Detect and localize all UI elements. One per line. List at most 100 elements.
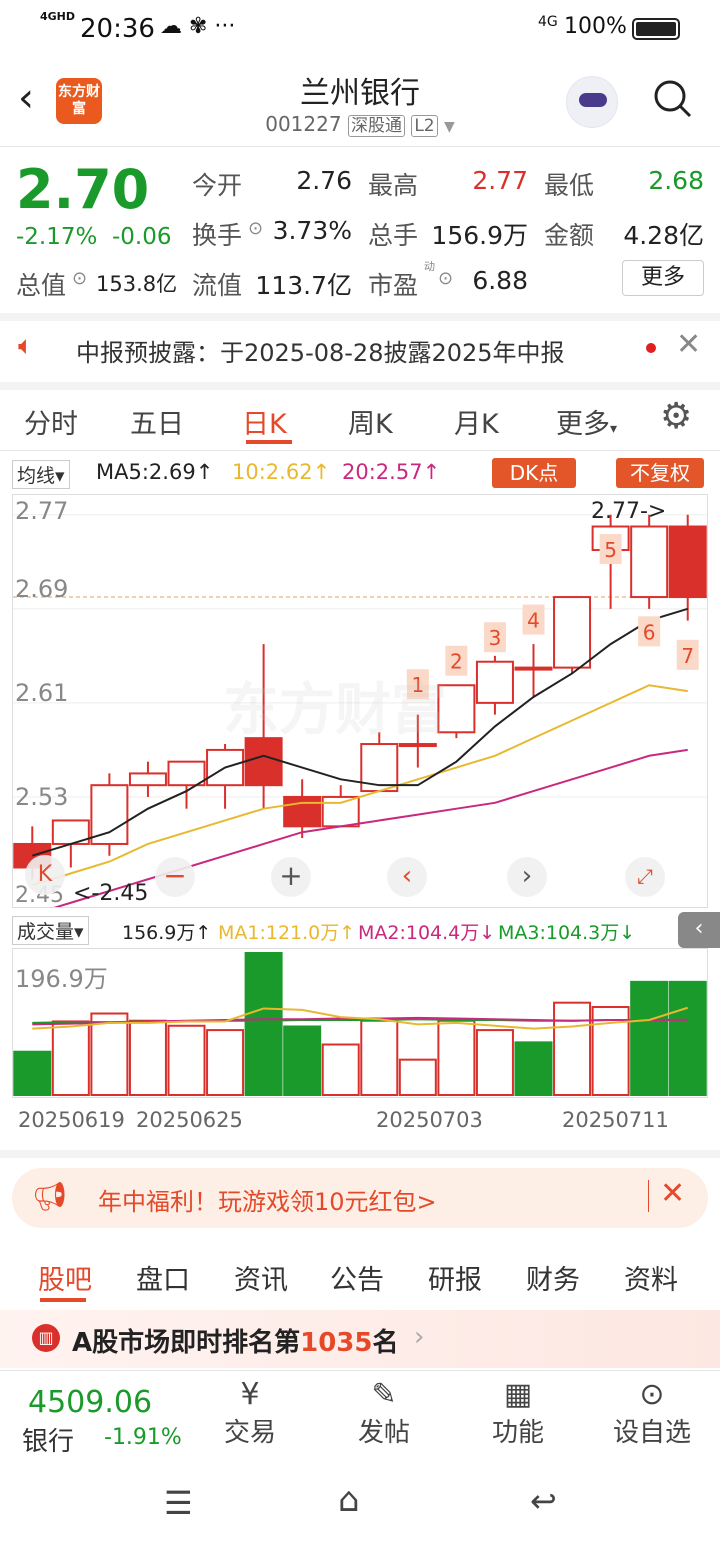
- tab-daily-k[interactable]: 日K: [242, 402, 287, 441]
- home-icon[interactable]: ⌂: [338, 1480, 360, 1520]
- tab-intraday[interactable]: 分时: [24, 402, 78, 441]
- volume-ymax: 196.9万: [15, 965, 108, 993]
- volume-legend: 成交量▾ 156.9万↑ MA1:121.0万↑ MA2:104.4万↓ MA3…: [12, 912, 720, 948]
- dropdown-icon[interactable]: ▼: [444, 119, 455, 135]
- tab-monthly-k[interactable]: 月K: [454, 402, 499, 441]
- volume-bar: [13, 1050, 52, 1096]
- volume-bar: [630, 980, 669, 1096]
- ma-selector[interactable]: 均线▾: [12, 460, 70, 489]
- tab-news[interactable]: 资讯: [234, 1258, 288, 1297]
- pe-value: 6.88: [472, 266, 528, 295]
- tab-announcements[interactable]: 公告: [330, 1258, 384, 1297]
- unread-dot: [646, 343, 656, 353]
- volume-bar: [167, 1024, 206, 1096]
- rank-suffix: 名: [372, 1328, 399, 1358]
- robot-avatar[interactable]: [566, 76, 618, 128]
- y-tick: 2.77: [15, 497, 69, 525]
- date-label: 20250625: [136, 1108, 243, 1132]
- add-watchlist-button[interactable]: ⊙ 设自选: [604, 1377, 700, 1449]
- index-value[interactable]: 4509.06: [28, 1385, 152, 1420]
- tab-finance[interactable]: 财务: [526, 1258, 580, 1297]
- megaphone-icon: 📢︎: [32, 1180, 68, 1213]
- first-bar-icon[interactable]: K: [25, 855, 65, 895]
- open-value: 2.76: [296, 166, 352, 195]
- chevron-right-icon: ›: [414, 1322, 425, 1352]
- volume-bar: [321, 1043, 360, 1097]
- battery-percent: 100%: [564, 14, 627, 39]
- collapse-panel-icon[interactable]: ‹: [678, 912, 720, 948]
- signal-marker: 7: [681, 644, 694, 668]
- tab-more[interactable]: 更多▾: [556, 402, 617, 441]
- pe-sup: 动: [424, 260, 435, 273]
- ma10-text: 10:2.62: [232, 460, 313, 484]
- signal-marker: 4: [527, 609, 540, 633]
- date-label: 20250711: [562, 1108, 669, 1132]
- function-button[interactable]: ▦ 功能: [486, 1377, 550, 1449]
- divider: [648, 1180, 649, 1212]
- volume-text: 156.9万: [122, 922, 196, 944]
- menu-icon[interactable]: ☰: [164, 1484, 193, 1522]
- tab-profile[interactable]: 资料: [624, 1258, 678, 1297]
- current-price: 2.70: [16, 158, 150, 221]
- date-label: 20250703: [376, 1108, 483, 1132]
- connect-tag: 深股通: [347, 115, 405, 137]
- tab-handicap[interactable]: 盘口: [136, 1258, 190, 1297]
- info-icon[interactable]: ⊙: [72, 268, 87, 289]
- tab-indicator: [40, 1298, 86, 1302]
- fullscreen-icon[interactable]: ⤢: [625, 857, 665, 897]
- change-value: -0.06: [112, 224, 172, 250]
- search-icon[interactable]: [652, 78, 692, 118]
- index-name[interactable]: 银行: [22, 1421, 74, 1458]
- amount-value: 4.28亿: [623, 221, 704, 250]
- scroll-left-icon[interactable]: ‹: [387, 857, 427, 897]
- rank-text: A股市场即时排名第1035名: [72, 1322, 399, 1359]
- tab-five-day[interactable]: 五日: [130, 402, 184, 441]
- volume-bar: [668, 980, 707, 1096]
- turnover-value: 3.73%: [272, 216, 352, 245]
- kline-chart[interactable]: 1234567 2.77 2.69 2.61 2.53 2.45 <-2.45 …: [12, 494, 708, 908]
- ma5-value: MA5:2.69↑: [96, 460, 214, 484]
- index-change[interactable]: -1.91%: [104, 1425, 182, 1450]
- volume-chart[interactable]: 196.9万: [12, 948, 708, 1098]
- dk-point-button[interactable]: DK点: [492, 458, 576, 488]
- chart-bars-icon: ▥: [32, 1324, 60, 1352]
- turnover-label: 换手: [192, 221, 243, 250]
- tab-research[interactable]: 研报: [428, 1258, 482, 1297]
- more-dots-icon: ⊙: [639, 1377, 665, 1412]
- vol-ma1: MA1:121.0万↑: [218, 922, 356, 944]
- scroll-right-icon[interactable]: ›: [507, 857, 547, 897]
- adjust-button[interactable]: 不复权: [616, 458, 704, 488]
- pe-label: 市盈: [368, 271, 419, 300]
- volume-value: 156.9万: [431, 221, 528, 250]
- stock-code: 001227: [265, 112, 342, 136]
- volume-bar: [128, 1019, 167, 1096]
- vol-ma2: MA2:104.4万↓: [358, 922, 496, 944]
- signal-marker: 2: [450, 650, 463, 674]
- back-nav-icon[interactable]: ↩: [530, 1482, 557, 1520]
- tab-weekly-k[interactable]: 周K: [348, 402, 393, 441]
- info-icon[interactable]: ⊙: [248, 218, 263, 239]
- info-icon[interactable]: ⊙: [438, 268, 453, 289]
- zoom-in-icon[interactable]: +: [271, 857, 311, 897]
- post-label: 发帖: [357, 1418, 410, 1448]
- level-tag: L2: [411, 115, 438, 137]
- tab-forum[interactable]: 股吧: [38, 1258, 92, 1297]
- volume-selector[interactable]: 成交量▾: [12, 916, 89, 945]
- y-tick: 2.53: [15, 783, 69, 811]
- zoom-out-icon[interactable]: −: [155, 857, 195, 897]
- volume-bar: [283, 1025, 322, 1096]
- signal-marker: 5: [604, 538, 617, 562]
- candle-body: [553, 596, 592, 669]
- settings-gear-icon[interactable]: ⚙: [660, 396, 692, 437]
- close-icon[interactable]: ✕: [676, 327, 701, 362]
- trade-button[interactable]: ¥ 交易: [218, 1377, 282, 1449]
- post-button[interactable]: ✎ 发帖: [352, 1377, 416, 1449]
- close-icon[interactable]: ✕: [660, 1176, 685, 1211]
- candle-body: [514, 666, 553, 671]
- notice-bar[interactable]: 🔈︎ 中报预披露：于2025-08-28披露2025年中报 ✕: [0, 313, 720, 383]
- tab-indicator: [246, 440, 292, 444]
- more-button[interactable]: 更多: [622, 260, 704, 296]
- rank-banner[interactable]: ▥ A股市场即时排名第1035名 ›: [0, 1310, 720, 1368]
- promo-banner[interactable]: 📢︎ 年中福利！玩游戏领10元红包> ✕: [12, 1168, 708, 1228]
- date-label: 20250619: [18, 1108, 125, 1132]
